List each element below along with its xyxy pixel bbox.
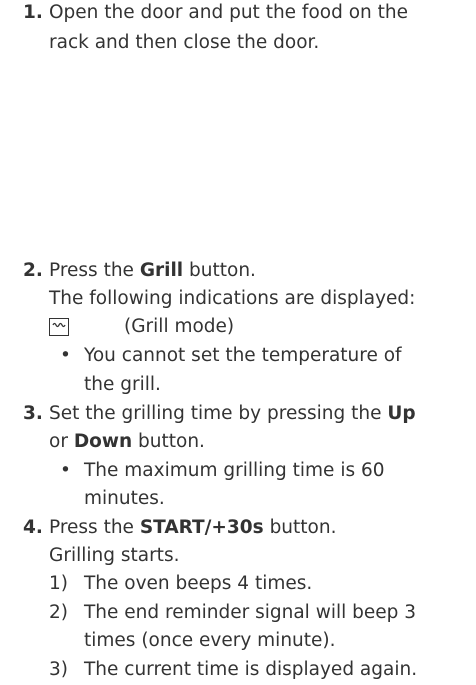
step-instruction: Set the grilling time by pressing the Up (49, 403, 416, 424)
grill-mode-label: (Grill mode) (124, 316, 235, 337)
step-number: 4. (23, 517, 43, 538)
substep-text-line: times (once every minute). (84, 630, 336, 651)
substep-marker: 1) (49, 573, 68, 594)
grill-button-label: Grill (139, 260, 184, 281)
step-number: 2. (23, 260, 43, 281)
bullet-text-line: The maximum grilling time is 60 (84, 460, 385, 481)
substep-marker: 2) (49, 602, 68, 623)
bullet-text-line: You cannot set the temperature of (84, 345, 402, 366)
substep-text-line: The oven beeps 4 times. (84, 573, 313, 594)
step-instruction: Press the START/+30s button. (49, 517, 337, 538)
step-number: 1. (23, 2, 43, 23)
indications-text: The following indications are displayed: (49, 288, 416, 309)
step-instruction: Press the Grill button. (49, 260, 256, 281)
grill-mode-icon (49, 318, 69, 336)
substep-marker: 3) (49, 659, 68, 680)
down-button-label: Down (73, 431, 133, 452)
substep-text-line: The current time is displayed again. (84, 659, 418, 680)
bullet-text-line: the grill. (84, 374, 161, 395)
up-button-label: Up (387, 403, 416, 424)
grilling-starts-text: Grilling starts. (49, 545, 180, 566)
step-text-line: Open the door and put the food on the (49, 2, 408, 23)
step-text-line: rack and then close the door. (49, 32, 320, 53)
substep-text-line: The end reminder signal will beep 3 (84, 602, 417, 623)
bullet-text-line: minutes. (84, 488, 165, 509)
start-button-label: START/+30s (139, 517, 264, 538)
bullet-marker: • (60, 345, 71, 366)
step-number: 3. (23, 403, 43, 424)
step-instruction: or Down button. (49, 431, 205, 452)
bullet-marker: • (60, 460, 71, 481)
